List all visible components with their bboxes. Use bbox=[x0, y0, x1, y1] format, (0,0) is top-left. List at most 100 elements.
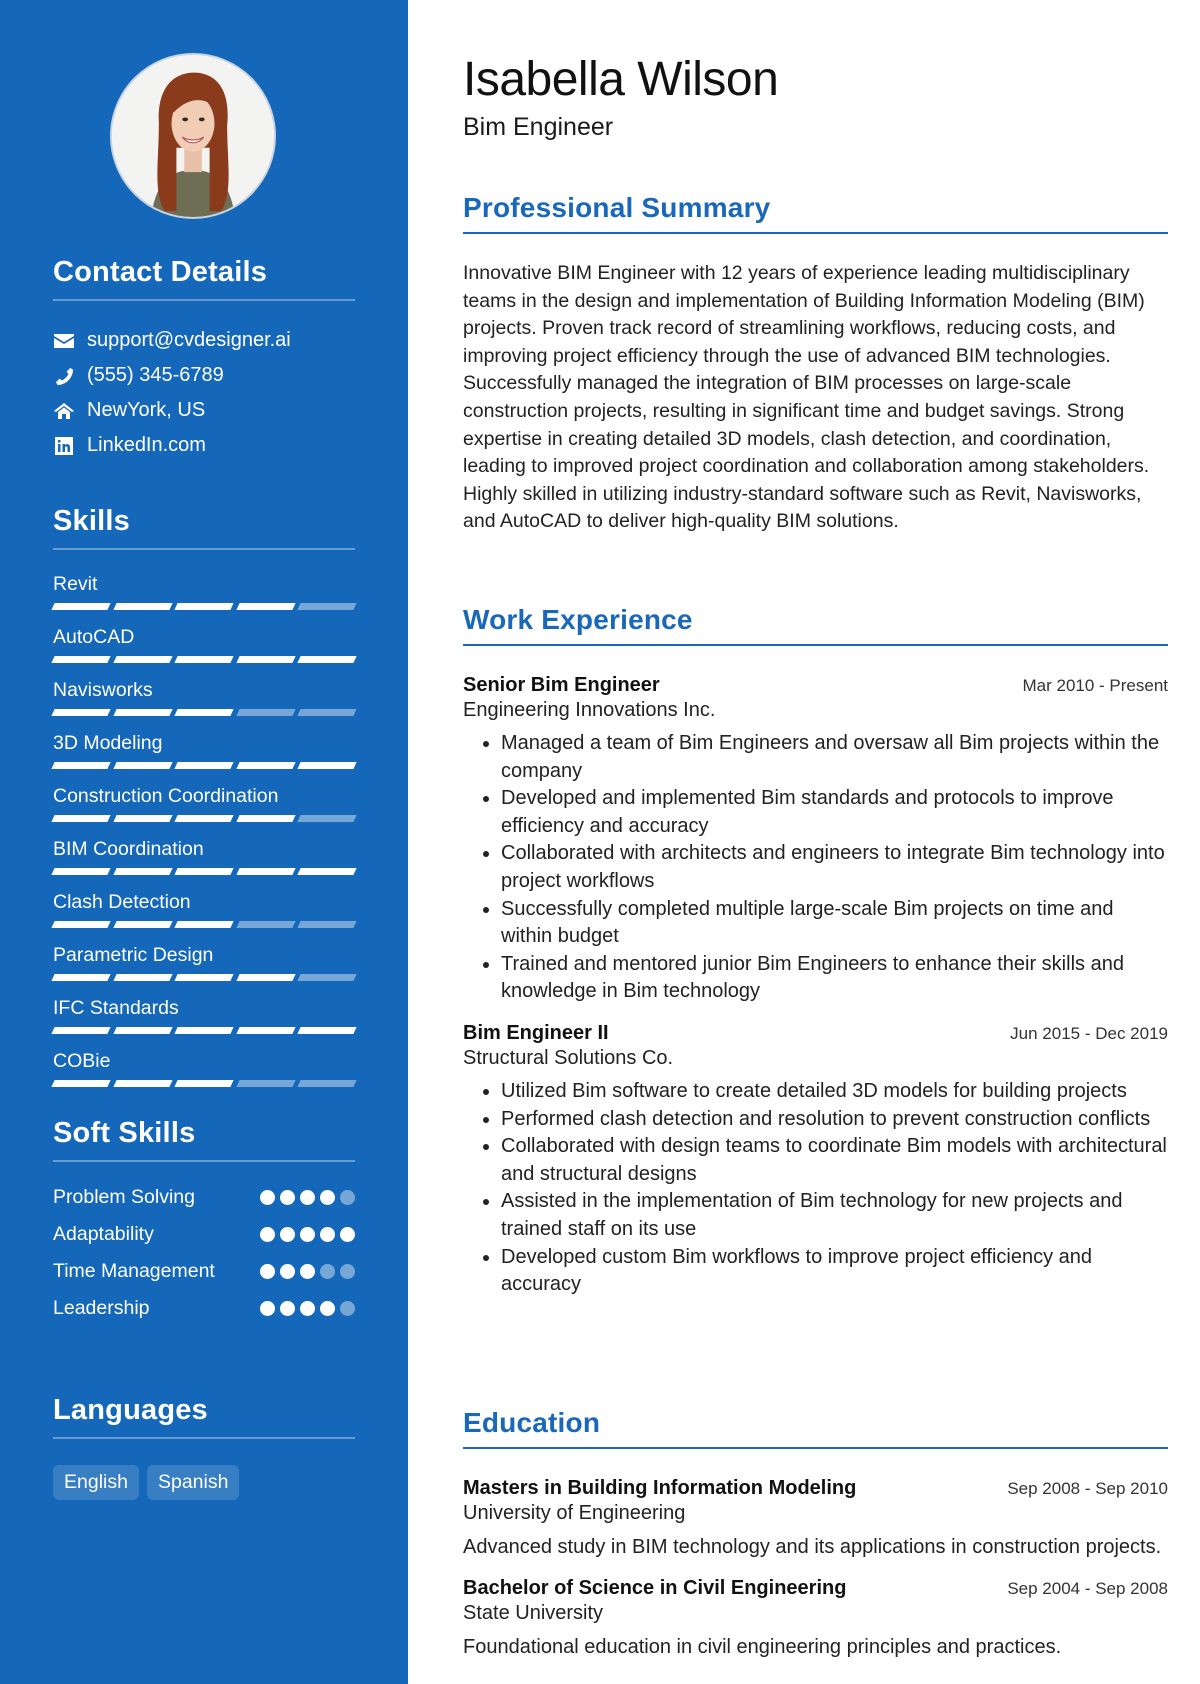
summary-text: Innovative BIM Engineer with 12 years of… bbox=[463, 262, 1150, 533]
job-title: Bim Engineer II bbox=[463, 1021, 609, 1044]
soft-skill-item: Adaptability bbox=[53, 1221, 355, 1248]
rating-dot-filled bbox=[280, 1264, 295, 1279]
skill-segment-filled bbox=[51, 603, 111, 610]
skill-item: Parametric Design bbox=[51, 941, 357, 982]
job-bullet: Assisted in the implementation of Bim te… bbox=[501, 1188, 1168, 1243]
skill-segment-filled bbox=[112, 603, 172, 610]
job-bullet: Managed a team of Bim Engineers and over… bbox=[501, 730, 1168, 785]
skill-segment-empty bbox=[297, 1080, 357, 1087]
soft-skill-rating bbox=[260, 1295, 355, 1316]
experience-title: Work Experience bbox=[463, 604, 1168, 646]
language-pill: Spanish bbox=[146, 1465, 240, 1500]
rating-dot-filled bbox=[280, 1227, 295, 1242]
skill-item: BIM Coordination bbox=[51, 835, 357, 876]
skill-name: Parametric Design bbox=[53, 944, 214, 966]
skill-segment-filled bbox=[112, 921, 172, 928]
skill-segment-filled bbox=[112, 815, 172, 822]
skill-segment-empty bbox=[236, 921, 296, 928]
job-header: Bim Engineer II Jun 2015 - Dec 2019 bbox=[463, 1022, 1168, 1045]
contact-phone-text[interactable]: (555) 345-6789 bbox=[87, 364, 224, 387]
skill-level-bar bbox=[51, 1080, 357, 1088]
skill-item: AutoCAD bbox=[51, 623, 357, 664]
contact-section: Contact Details support@cvdesigner.ai (5… bbox=[53, 256, 355, 463]
contact-location: NewYork, US bbox=[53, 393, 355, 428]
job-bullets: Managed a team of Bim Engineers and over… bbox=[463, 730, 1168, 1006]
job-bullet: Utilized Bim software to create detailed… bbox=[501, 1078, 1168, 1106]
soft-skill-name: Leadership bbox=[53, 1297, 150, 1319]
contact-list: support@cvdesigner.ai (555) 345-6789 New… bbox=[53, 323, 355, 463]
rating-dot-filled bbox=[300, 1227, 315, 1242]
education-entry: Bachelor of Science in Civil Engineering… bbox=[463, 1577, 1168, 1661]
skill-segment-filled bbox=[51, 868, 111, 875]
education-school: State University bbox=[463, 1602, 604, 1624]
skill-segment-filled bbox=[236, 974, 296, 981]
skill-name: COBie bbox=[53, 1050, 111, 1072]
contact-title: Contact Details bbox=[53, 256, 355, 301]
education-description: Advanced study in BIM technology and its… bbox=[463, 1536, 1162, 1558]
education-header: Masters in Building Information Modeling… bbox=[463, 1477, 1168, 1500]
rating-dot-empty bbox=[340, 1264, 355, 1279]
skill-segment-filled bbox=[174, 868, 234, 875]
education-degree: Bachelor of Science in Civil Engineering bbox=[463, 1577, 847, 1599]
rating-dot-filled bbox=[260, 1190, 275, 1205]
skill-level-bar bbox=[51, 868, 357, 876]
skill-level-bar bbox=[51, 709, 357, 717]
contact-location-text: NewYork, US bbox=[87, 399, 206, 421]
rating-dot-filled bbox=[300, 1264, 315, 1279]
soft-skills-title: Soft Skills bbox=[53, 1117, 355, 1162]
skill-segment-filled bbox=[51, 709, 111, 716]
skills-title: Skills bbox=[53, 505, 355, 550]
skill-segment-filled bbox=[297, 1027, 357, 1034]
skill-segment-filled bbox=[236, 868, 296, 875]
skill-name: AutoCAD bbox=[53, 626, 135, 648]
languages-section: Languages English Spanish bbox=[53, 1394, 355, 1500]
skill-segment-filled bbox=[51, 656, 111, 663]
soft-skill-name: Time Management bbox=[53, 1260, 215, 1282]
skill-segment-filled bbox=[51, 815, 111, 822]
contact-linkedin[interactable]: LinkedIn.com bbox=[53, 428, 355, 463]
skill-level-bar bbox=[51, 974, 357, 982]
skill-segment-filled bbox=[112, 868, 172, 875]
skill-segment-filled bbox=[112, 709, 172, 716]
skill-segment-empty bbox=[297, 815, 357, 822]
education-title: Education bbox=[463, 1407, 1168, 1449]
education-entry: Masters in Building Information Modeling… bbox=[463, 1477, 1168, 1561]
contact-linkedin-text[interactable]: LinkedIn.com bbox=[87, 434, 206, 457]
rating-dot-filled bbox=[340, 1227, 355, 1242]
skill-segment-filled bbox=[51, 762, 111, 769]
rating-dot-filled bbox=[320, 1301, 335, 1316]
skill-segment-filled bbox=[174, 921, 234, 928]
contact-email[interactable]: support@cvdesigner.ai bbox=[53, 323, 355, 358]
summary-section: Professional Summary Innovative BIM Engi… bbox=[463, 192, 1168, 536]
education-description: Foundational education in civil engineer… bbox=[463, 1636, 1062, 1658]
skill-item: IFC Standards bbox=[51, 994, 357, 1035]
education-date: Sep 2008 - Sep 2010 bbox=[1007, 1479, 1168, 1498]
rating-dot-filled bbox=[320, 1227, 335, 1242]
avatar-icon bbox=[112, 55, 274, 217]
skill-segment-filled bbox=[51, 1080, 111, 1087]
skill-name: BIM Coordination bbox=[53, 838, 204, 860]
candidate-name: Isabella Wilson bbox=[463, 53, 779, 106]
skill-name: IFC Standards bbox=[53, 997, 179, 1019]
skill-item: Clash Detection bbox=[51, 888, 357, 929]
skill-segment-filled bbox=[112, 1080, 172, 1087]
skill-segment-filled bbox=[174, 974, 234, 981]
skill-segment-filled bbox=[297, 762, 357, 769]
linkedin-icon bbox=[53, 436, 75, 456]
contact-phone[interactable]: (555) 345-6789 bbox=[53, 358, 355, 393]
skill-segment-filled bbox=[174, 762, 234, 769]
soft-skill-item: Time Management bbox=[53, 1258, 355, 1285]
languages-list: English Spanish bbox=[53, 1465, 355, 1500]
job-bullet: Trained and mentored junior Bim Engineer… bbox=[501, 951, 1168, 1006]
skill-segment-filled bbox=[112, 762, 172, 769]
contact-email-text[interactable]: support@cvdesigner.ai bbox=[87, 329, 291, 352]
soft-skills-list: Problem Solving Adaptability Time Manageme… bbox=[53, 1184, 355, 1322]
job-date: Mar 2010 - Present bbox=[1022, 676, 1168, 695]
soft-skill-rating bbox=[260, 1258, 355, 1279]
skill-segment-filled bbox=[236, 762, 296, 769]
soft-skills-section: Soft Skills Problem Solving Adaptability T… bbox=[53, 1117, 355, 1332]
job-bullets: Utilized Bim software to create detailed… bbox=[463, 1078, 1168, 1299]
skill-segment-empty bbox=[297, 709, 357, 716]
job-title: Senior Bim Engineer bbox=[463, 674, 660, 696]
soft-skill-item: Leadership bbox=[53, 1295, 355, 1322]
